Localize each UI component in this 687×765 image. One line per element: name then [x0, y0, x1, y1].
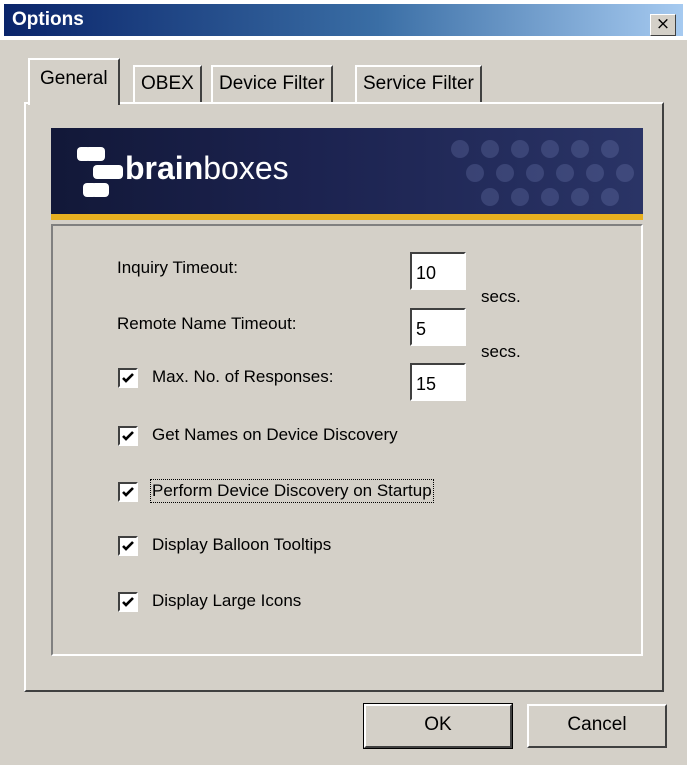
title-bar[interactable]: Options × — [0, 0, 687, 40]
get-names-label: Get Names on Device Discovery — [152, 425, 398, 444]
banner-stripe — [51, 214, 643, 220]
balloon-tooltips-checkbox[interactable] — [118, 536, 138, 556]
banner-dot — [571, 140, 589, 158]
banner-dot — [466, 164, 484, 182]
banner-dot — [601, 140, 619, 158]
brand-logo-text: brainboxes — [125, 150, 289, 187]
checkmark-icon — [122, 597, 134, 607]
brand-logo-bold: brain — [125, 150, 204, 186]
banner-dot — [601, 188, 619, 206]
brainboxes-logo-icon — [77, 147, 123, 197]
tab-general-label: General — [40, 68, 108, 89]
remote-name-timeout-label: Remote Name Timeout: — [117, 314, 297, 333]
checkmark-icon — [122, 373, 134, 383]
tab-service-filter-label: Service Filter — [363, 73, 474, 94]
banner-dot — [541, 188, 559, 206]
max-responses-checkbox[interactable] — [118, 368, 138, 388]
banner-dot — [616, 164, 634, 182]
remote-name-timeout-unit: secs. — [481, 342, 521, 361]
large-icons-label: Display Large Icons — [152, 591, 302, 610]
banner-dot — [481, 188, 499, 206]
close-button[interactable]: × — [650, 14, 676, 36]
inquiry-timeout-label: Inquiry Timeout: — [117, 258, 238, 277]
banner-dot — [511, 140, 529, 158]
tab-service-filter[interactable]: Service Filter — [355, 65, 482, 103]
banner-dot — [496, 164, 514, 182]
banner-dot — [586, 164, 604, 182]
title-bar-fill — [4, 4, 683, 36]
inquiry-timeout-input[interactable] — [410, 252, 466, 290]
banner-dot — [511, 188, 529, 206]
banner-dot — [556, 164, 574, 182]
perform-discovery-label: Perform Device Discovery on Startup — [150, 479, 434, 503]
banner-dot — [571, 188, 589, 206]
balloon-tooltips-label: Display Balloon Tooltips — [152, 535, 332, 554]
ok-button[interactable]: OK — [363, 703, 513, 749]
remote-name-timeout-input[interactable] — [410, 308, 466, 346]
checkmark-icon — [122, 487, 134, 497]
close-icon: × — [655, 14, 671, 34]
max-responses-input[interactable] — [410, 363, 466, 401]
tab-general[interactable]: General — [28, 58, 120, 105]
tab-device-filter-label: Device Filter — [219, 73, 325, 94]
brainboxes-banner: brainboxes — [51, 128, 643, 214]
banner-dot — [481, 140, 499, 158]
inquiry-timeout-unit: secs. — [481, 287, 521, 306]
tab-device-filter[interactable]: Device Filter — [211, 65, 333, 103]
banner-dot — [526, 164, 544, 182]
perform-discovery-checkbox[interactable] — [118, 482, 138, 502]
get-names-checkbox[interactable] — [118, 426, 138, 446]
brand-logo-light: boxes — [203, 150, 289, 186]
tab-obex-label: OBEX — [141, 73, 194, 94]
banner-dot — [541, 140, 559, 158]
checkmark-icon — [122, 541, 134, 551]
large-icons-checkbox[interactable] — [118, 592, 138, 612]
cancel-button[interactable]: Cancel — [527, 704, 667, 748]
banner-dot — [451, 140, 469, 158]
window-title: Options — [12, 9, 84, 30]
max-responses-label: Max. No. of Responses: — [152, 367, 334, 386]
checkmark-icon — [122, 431, 134, 441]
tab-obex[interactable]: OBEX — [133, 65, 202, 103]
